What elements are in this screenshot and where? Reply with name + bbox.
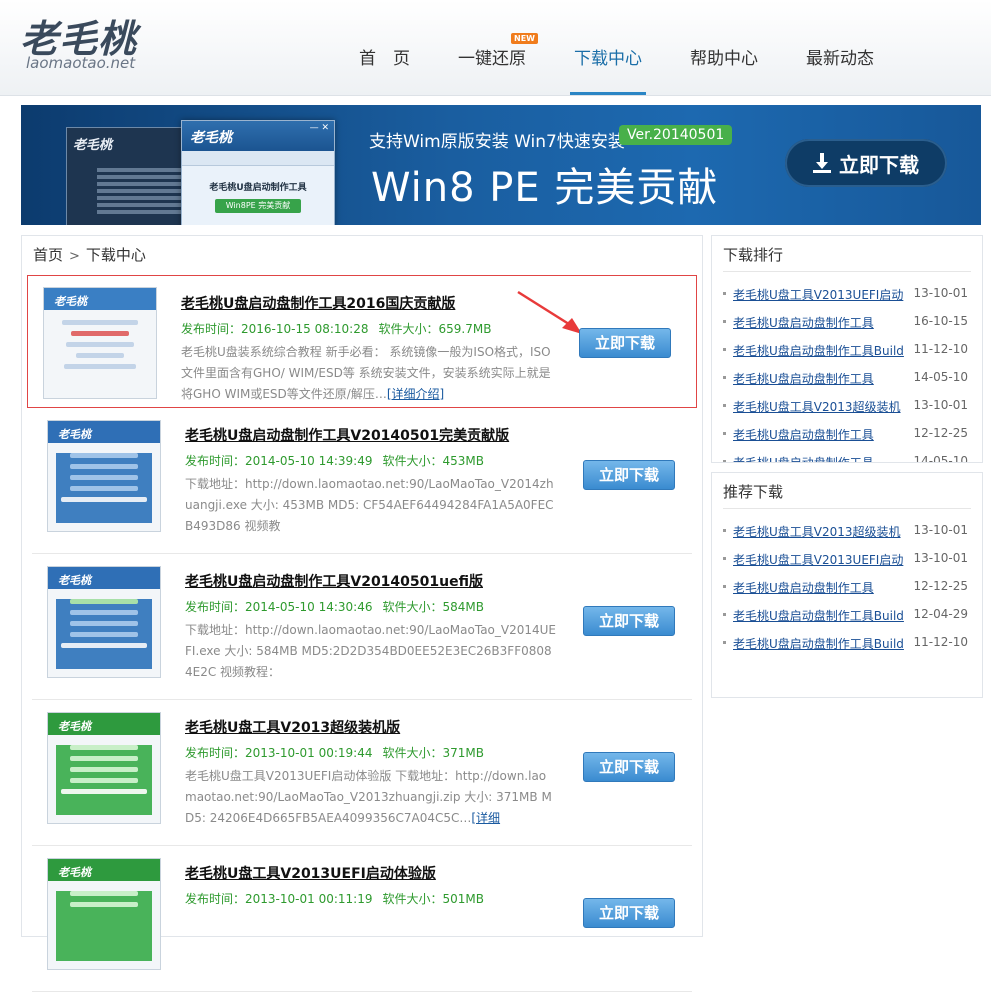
- download-description: 下载地址：http://down.laomaotao.net:90/LaoMao…: [185, 477, 554, 533]
- list-item: 老毛桃U盘启动盘制作工具 16-10-15: [723, 312, 973, 340]
- product-thumbnail[interactable]: 老毛桃: [47, 566, 161, 678]
- download-description: 老毛桃U盘装系统综合教程 新手必看： 系统镜像一般为ISO格式，ISO文件里面含…: [181, 345, 551, 401]
- list-item: 老毛桃U盘启动盘制作工具Build 11-12-10: [723, 633, 973, 661]
- nav-latest-news[interactable]: 最新动态: [782, 0, 898, 95]
- ranking-link[interactable]: 老毛桃U盘启动盘制作工具: [733, 454, 874, 462]
- recommend-link[interactable]: 老毛桃U盘启动盘制作工具: [733, 579, 874, 596]
- ranking-list: 老毛桃U盘工具V2013UEFI启动 13-10-01 老毛桃U盘启动盘制作工具 1…: [723, 284, 973, 462]
- list-item: 老毛桃U盘工具V2013超级装机 13-10-01: [723, 396, 973, 424]
- banner-download-button[interactable]: 立即下载: [785, 139, 947, 187]
- download-list-panel: 首页 > 下载中心 老毛桃 老毛桃U盘启动盘制作工具2016国庆贡献版 发布时间：2…: [21, 235, 703, 992]
- list-item: 老毛桃U盘启动盘制作工具 12-12-25: [723, 577, 973, 605]
- download-meta: 发布时间：2014-05-10 14:39:49 软件大小：453MB: [185, 454, 484, 468]
- list-item: 老毛桃U盘启动盘制作工具 12-12-25: [723, 424, 973, 452]
- download-button[interactable]: 立即下载: [583, 460, 675, 490]
- ranking-link[interactable]: 老毛桃U盘启动盘制作工具: [733, 426, 874, 443]
- site-header: 老毛桃 laomaotao.net 首 页 一键还原 NEW 下载中心 帮助中心…: [0, 0, 991, 96]
- close-icon: — ✕: [309, 123, 329, 133]
- main-nav: 首 页 一键还原 NEW 下载中心 帮助中心 最新动态: [335, 0, 898, 95]
- ranking-link[interactable]: 老毛桃U盘工具V2013超级装机: [733, 398, 901, 415]
- ranking-link[interactable]: 老毛桃U盘启动盘制作工具: [733, 314, 874, 331]
- download-title[interactable]: 老毛桃U盘启动盘制作工具V20140501完美贡献版: [185, 425, 509, 445]
- recommend-link[interactable]: 老毛桃U盘启动盘制作工具Build: [733, 635, 904, 652]
- list-item: 老毛桃U盘启动盘制作工具Build 12-04-29: [723, 605, 973, 633]
- download-description: 老毛桃U盘工具V2013UEFI启动体验版 下载地址：http://down.l…: [185, 769, 552, 825]
- download-button[interactable]: 立即下载: [583, 898, 675, 928]
- list-item: 老毛桃U盘工具V2013UEFI启动 13-10-01: [723, 284, 973, 312]
- details-link[interactable]: [详细介绍]: [387, 387, 444, 401]
- download-button[interactable]: 立即下载: [579, 328, 671, 358]
- product-thumbnail[interactable]: 老毛桃: [47, 858, 161, 970]
- breadcrumb-current: 下载中心: [85, 246, 146, 264]
- recommend-list: 老毛桃U盘工具V2013超级装机 13-10-01 老毛桃U盘工具V2013UEF…: [723, 521, 973, 661]
- breadcrumb-home[interactable]: 首页: [33, 246, 63, 264]
- download-description: 下载地址：http://down.laomaotao.net:90/LaoMao…: [185, 623, 557, 679]
- version-badge: Ver.20140501: [619, 125, 733, 145]
- product-thumbnail[interactable]: 老毛桃: [47, 420, 161, 532]
- download-title[interactable]: 老毛桃U盘启动盘制作工具V20140501uefi版: [185, 571, 483, 591]
- download-item: 老毛桃 老毛桃U盘启动盘制作工具V20140501uefi版 发布时间：2014…: [32, 554, 692, 700]
- promo-banner[interactable]: 老毛桃 老毛桃 — ✕ 老毛桃U盘启动制作工具 Win8PE 完美贡献 支持Wi…: [21, 105, 981, 225]
- download-list: 老毛桃 老毛桃U盘启动盘制作工具2016国庆贡献版 发布时间：2016-10-1…: [22, 272, 702, 992]
- list-item: 老毛桃U盘工具V2013超级装机 13-10-01: [723, 521, 973, 549]
- nav-download-center[interactable]: 下载中心: [550, 0, 666, 95]
- recommend-link[interactable]: 老毛桃U盘工具V2013UEFI启动: [733, 551, 903, 568]
- ranking-link[interactable]: 老毛桃U盘启动盘制作工具Build: [733, 342, 904, 359]
- panel-title: 推荐下载: [723, 483, 784, 501]
- product-thumbnail[interactable]: 老毛桃: [47, 712, 161, 824]
- banner-tagline: 支持Wim原版安装 Win7快速安装: [369, 132, 625, 152]
- details-link[interactable]: [详细: [471, 811, 500, 825]
- download-meta: 发布时间：2013-10-01 00:11:19 软件大小：501MB: [185, 892, 484, 906]
- download-button[interactable]: 立即下载: [583, 606, 675, 636]
- product-thumbnail[interactable]: 老毛桃: [43, 287, 157, 399]
- recommend-link[interactable]: 老毛桃U盘启动盘制作工具Build: [733, 607, 904, 624]
- list-item: 老毛桃U盘启动盘制作工具Build 11-12-10: [723, 340, 973, 368]
- list-item: 老毛桃U盘启动盘制作工具 14-05-10: [723, 452, 973, 462]
- ranking-link[interactable]: 老毛桃U盘启动盘制作工具: [733, 370, 874, 387]
- banner-headline: Win8 PE 完美贡献: [371, 165, 719, 211]
- nav-help-center[interactable]: 帮助中心: [666, 0, 782, 95]
- recommended-downloads-panel: 推荐下载 老毛桃U盘工具V2013超级装机 13-10-01 老毛桃U盘工具V20…: [711, 472, 983, 698]
- list-item: 老毛桃U盘工具V2013UEFI启动 13-10-01: [723, 549, 973, 577]
- list-item: 老毛桃U盘启动盘制作工具 14-05-10: [723, 368, 973, 396]
- download-title[interactable]: 老毛桃U盘启动盘制作工具2016国庆贡献版: [181, 293, 455, 313]
- site-logo-domain: laomaotao.net: [26, 54, 136, 72]
- ranking-link[interactable]: 老毛桃U盘工具V2013UEFI启动: [733, 286, 903, 303]
- download-meta: 发布时间：2016-10-15 08:10:28 软件大小：659.7MB: [181, 322, 492, 336]
- recommend-link[interactable]: 老毛桃U盘工具V2013超级装机: [733, 523, 901, 540]
- nav-one-key-restore[interactable]: 一键还原 NEW: [434, 0, 550, 95]
- download-item: 老毛桃 老毛桃U盘启动盘制作工具V20140501完美贡献版 发布时间：2014…: [32, 408, 692, 554]
- panel-title: 下载排行: [723, 246, 784, 264]
- download-meta: 发布时间：2013-10-01 00:19:44 软件大小：371MB: [185, 746, 484, 760]
- download-title[interactable]: 老毛桃U盘工具V2013UEFI启动体验版: [185, 863, 436, 883]
- download-icon: [813, 153, 831, 173]
- new-badge: NEW: [511, 33, 538, 44]
- arrow-icon: [517, 290, 582, 334]
- download-ranking-panel: 下载排行 老毛桃U盘工具V2013UEFI启动 13-10-01 老毛桃U盘启动盘…: [711, 235, 983, 463]
- download-item: 老毛桃 老毛桃U盘启动盘制作工具2016国庆贡献版 发布时间：2016-10-1…: [27, 275, 697, 408]
- download-title[interactable]: 老毛桃U盘工具V2013超级装机版: [185, 717, 400, 737]
- breadcrumb: 首页 > 下载中心: [33, 246, 146, 264]
- download-meta: 发布时间：2014-05-10 14:30:46 软件大小：584MB: [185, 600, 484, 614]
- download-item: 老毛桃 老毛桃U盘工具V2013UEFI启动体验版 发布时间：2013-10-0…: [32, 846, 692, 992]
- nav-home[interactable]: 首 页: [335, 0, 434, 95]
- download-button[interactable]: 立即下载: [583, 752, 675, 782]
- banner-screenshot-front: 老毛桃 — ✕ 老毛桃U盘启动制作工具 Win8PE 完美贡献: [181, 120, 335, 225]
- download-item: 老毛桃 老毛桃U盘工具V2013超级装机版 发布时间：2013-10-01 00…: [32, 700, 692, 846]
